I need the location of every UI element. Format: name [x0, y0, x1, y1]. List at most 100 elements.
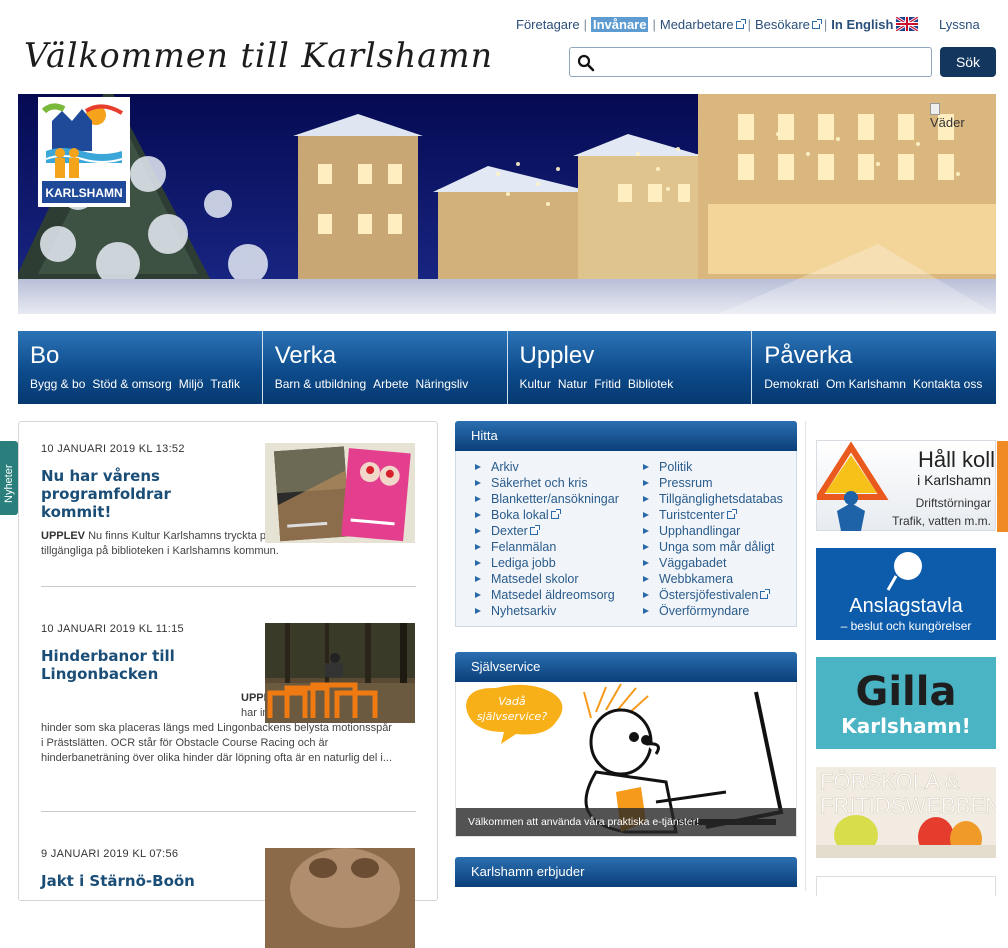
hitta-header: Hitta: [455, 421, 797, 451]
hitta-link[interactable]: Turistcenter: [642, 507, 783, 523]
nav-section-title[interactable]: Upplev: [520, 342, 752, 370]
nav-sublink[interactable]: Trafik: [210, 377, 240, 391]
nav-sublink[interactable]: Stöd & omsorg: [92, 377, 171, 391]
weather-alt-text: Väder: [930, 115, 965, 130]
nav-in-english[interactable]: In English: [831, 17, 919, 32]
nav-section-upplev[interactable]: Upplev Kultur Natur Fritid Bibliotek: [507, 331, 753, 404]
nav-sublink[interactable]: Miljö: [179, 377, 204, 391]
separator: |: [747, 17, 751, 32]
hitta-link-label: Boka lokal: [491, 508, 549, 522]
hitta-link[interactable]: Arkiv: [474, 459, 619, 475]
nav-sublinks: Bygg & bo Stöd & omsorg Miljö Trafik: [30, 377, 262, 391]
news-list: 10 JANUARI 2019 KL 13:52 Nu har vårens p…: [18, 421, 438, 948]
hall-koll-line3: Driftstörningar: [916, 496, 991, 510]
hitta-link[interactable]: Matsedel äldreomsorg: [474, 587, 619, 603]
nav-section-title[interactable]: Påverka: [764, 342, 996, 370]
hitta-link[interactable]: Politik: [642, 459, 783, 475]
nav-sublink[interactable]: Arbete: [373, 377, 408, 391]
anslagstavla-subtitle: – beslut och kungörelser: [841, 619, 972, 633]
hitta-link[interactable]: Säkerhet och kris: [474, 475, 619, 491]
page-headline: Välkommen till Karlshamn: [24, 36, 494, 76]
hitta-right-column: Politik Pressrum Tillgänglighetsdatabas …: [642, 459, 783, 619]
nav-section-verka[interactable]: Verka Barn & utbildning Arbete Näringsliv: [262, 331, 508, 404]
external-link-icon: [735, 19, 746, 29]
external-link-icon: [760, 589, 771, 599]
karlshamn-logo[interactable]: KARLSHAMN: [38, 97, 130, 207]
external-link-icon: [726, 509, 737, 519]
erbjuder-header: Karlshamn erbjuder: [455, 857, 797, 887]
news-thumbnail[interactable]: [265, 443, 415, 543]
selfservice-panel[interactable]: Självservice Vadå självservice? Välkomme…: [455, 652, 797, 837]
hitta-link[interactable]: Lediga jobb: [474, 555, 619, 571]
nav-sublink[interactable]: Näringsliv: [416, 377, 469, 391]
nav-besokare[interactable]: Besökare: [755, 17, 822, 32]
news-item[interactable]: 10 JANUARI 2019 KL 13:52 Nu har vårens p…: [41, 443, 416, 559]
forskola-graphic: FÖRSKOLA & FRITIDSWEBBEN: [816, 767, 996, 858]
hitta-link[interactable]: Överförmyndare: [642, 603, 783, 619]
hall-koll-banner[interactable]: Håll koll i Karlshamn Driftstörningar Tr…: [813, 440, 1008, 532]
obstacle-course-image: [265, 623, 415, 723]
forskola-banner[interactable]: FÖRSKOLA & FRITIDSWEBBEN: [816, 767, 996, 858]
lyssna-link[interactable]: Lyssna: [939, 17, 980, 32]
search-input[interactable]: [598, 51, 923, 73]
gilla-subtitle: Karlshamn!: [841, 714, 971, 738]
nav-section-title[interactable]: Bo: [30, 342, 262, 370]
news-title[interactable]: Hinderbanor till Lingonbacken: [41, 647, 241, 683]
hitta-link[interactable]: Matsedel skolor: [474, 571, 619, 587]
nav-section-bo[interactable]: Bo Bygg & bo Stöd & omsorg Miljö Trafik: [18, 331, 263, 404]
search-button[interactable]: Sök: [940, 47, 996, 77]
hitta-link-label: Östersjöfestivalen: [659, 588, 759, 602]
hitta-left-column: Arkiv Säkerhet och kris Blanketter/ansök…: [474, 459, 619, 619]
nav-sublink[interactable]: Kontakta oss: [913, 377, 982, 391]
hitta-link[interactable]: Boka lokal: [474, 507, 619, 523]
news-thumbnail[interactable]: [265, 623, 415, 723]
hero-image: [18, 94, 996, 314]
nav-sublinks: Demokrati Om Karlshamn Kontakta oss: [764, 377, 996, 391]
external-link-icon: [811, 19, 822, 29]
news-divider: [41, 586, 416, 587]
next-banner-partial[interactable]: [816, 876, 996, 896]
nav-sublink[interactable]: Bibliotek: [628, 377, 673, 391]
hitta-link[interactable]: Pressrum: [642, 475, 783, 491]
nav-sublink[interactable]: Natur: [558, 377, 587, 391]
nav-sublink[interactable]: Barn & utbildning: [275, 377, 366, 391]
nav-sublink[interactable]: Fritid: [594, 377, 621, 391]
hitta-link[interactable]: Väggabadet: [642, 555, 783, 571]
bubble-line-1: Vadå: [498, 695, 526, 708]
hitta-link[interactable]: Webbkamera: [642, 571, 783, 587]
news-thumbnail[interactable]: [265, 848, 415, 948]
hitta-link[interactable]: Felanmälan: [474, 539, 619, 555]
news-side-tab[interactable]: Nyheter: [0, 441, 18, 515]
hitta-link[interactable]: Unga som mår dåligt: [642, 539, 783, 555]
nav-sublink[interactable]: Kultur: [520, 377, 551, 391]
gilla-karlshamn-banner[interactable]: Gilla Karlshamn!: [816, 657, 996, 749]
nav-sublink[interactable]: Om Karlshamn: [826, 377, 906, 391]
anslagstavla-banner[interactable]: Anslagstavla – beslut och kungörelser: [816, 548, 996, 640]
nav-section-paverka[interactable]: Påverka Demokrati Om Karlshamn Kontakta os…: [752, 331, 996, 404]
nav-foretagare[interactable]: Företagare: [516, 17, 580, 32]
nav-invanare[interactable]: Invånare: [590, 17, 649, 32]
hitta-link[interactable]: Blanketter/ansökningar: [474, 491, 619, 507]
news-item[interactable]: 9 JANUARI 2019 KL 07:56 Jakt i Stärnö-Bo…: [41, 848, 416, 948]
bubble-line-2: självservice?: [477, 710, 547, 723]
hitta-panel: Hitta Arkiv Säkerhet och kris Blanketter…: [455, 421, 797, 627]
hitta-link[interactable]: Upphandlingar: [642, 523, 783, 539]
selfservice-banner[interactable]: Vadå självservice? Välkommen att använda…: [455, 682, 797, 837]
news-item[interactable]: 10 JANUARI 2019 KL 11:15 Hinderbanor til…: [41, 623, 416, 766]
hitta-link[interactable]: Dexter: [474, 523, 619, 539]
weather-widget[interactable]: Väder: [930, 102, 980, 130]
nav-sublink[interactable]: Demokrati: [764, 377, 819, 391]
hitta-link[interactable]: Tillgänglighetsdatabas: [642, 491, 783, 507]
separator: |: [823, 17, 828, 32]
main-nav: Bo Bygg & bo Stöd & omsorg Miljö Trafik Ver…: [18, 331, 996, 404]
gilla-karlshamn-graphic: Gilla Karlshamn!: [841, 669, 971, 738]
news-title[interactable]: Nu har vårens programfoldrar kommit!: [41, 467, 241, 521]
hitta-link[interactable]: Nyhetsarkiv: [474, 603, 619, 619]
nav-medarbetare[interactable]: Medarbetare: [660, 17, 746, 32]
nav-section-title[interactable]: Verka: [275, 342, 507, 370]
logo-text: KARLSHAMN: [45, 186, 122, 200]
nav-sublink[interactable]: Bygg & bo: [30, 377, 85, 391]
hitta-link[interactable]: Östersjöfestivalen: [642, 587, 783, 603]
uk-flag-icon: [896, 17, 919, 31]
news-title[interactable]: Jakt i Stärnö-Boön: [41, 872, 241, 890]
